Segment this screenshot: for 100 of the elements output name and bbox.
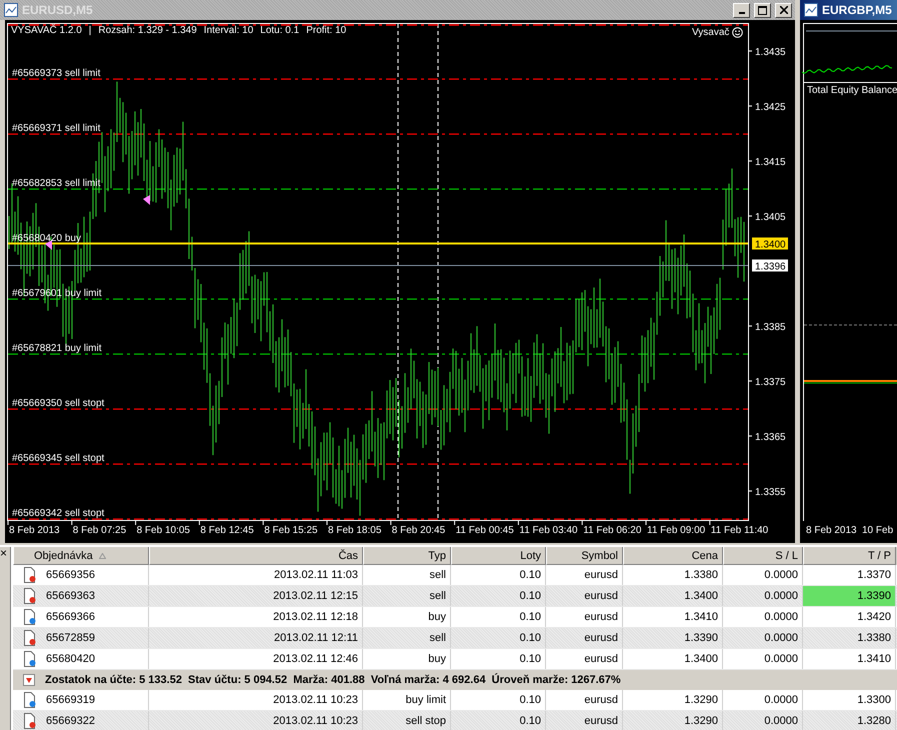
order-line[interactable] — [8, 134, 748, 135]
table-cell: 0.10 — [451, 628, 546, 648]
time-axis-label: 11 Feb 06:20 — [583, 525, 642, 536]
order-icon — [23, 651, 37, 667]
time-axis-label: 8 Feb 2013 — [9, 525, 60, 536]
chart-header-text: Profit: 10 — [306, 25, 346, 36]
order-line[interactable] — [8, 298, 748, 300]
table-cell: 0.10 — [451, 649, 546, 669]
price-tag: 1.3396 — [752, 260, 788, 272]
order-line[interactable] — [8, 408, 748, 410]
axis-tick — [454, 520, 456, 526]
table-cell: buy — [363, 649, 451, 669]
column-header[interactable]: Objednávka — [13, 547, 149, 565]
column-header[interactable]: Typ — [363, 547, 451, 565]
table-cell: 1.3280 — [803, 711, 896, 730]
order-icon — [23, 588, 37, 604]
table-cell: 2013.02.11 12:18 — [149, 607, 363, 627]
table-cell: 2013.02.11 12:15 — [149, 586, 363, 606]
chart-header-text: Lotu: 0.1 — [260, 25, 300, 36]
table-cell: sell — [363, 586, 451, 606]
price-axis-label: 1.3435 — [755, 47, 786, 58]
price-tag: 1.3400 — [752, 238, 788, 250]
time-axis-label: 11 Feb 03:40 — [519, 525, 578, 536]
table-cell: buy limit — [363, 690, 451, 710]
table-cell: 1.3390 — [803, 586, 896, 606]
minimize-button[interactable] — [733, 2, 750, 18]
order-label: #65669345 sell stopt — [12, 453, 104, 464]
order-line[interactable] — [8, 78, 748, 80]
column-header[interactable]: S / L — [723, 547, 803, 565]
indicator-label: Total Equity Balance — [807, 85, 897, 96]
table-cell: 2013.02.11 12:11 — [149, 628, 363, 648]
maximize-icon — [758, 6, 767, 14]
axis-tick — [262, 520, 264, 526]
time-axis-label: 8 Feb 12:45 — [200, 525, 254, 536]
time-axis-label: 8 Feb 20:45 — [392, 525, 446, 536]
column-header[interactable]: Loty — [451, 547, 546, 565]
order-line[interactable] — [8, 354, 748, 355]
column-header[interactable]: Čas — [149, 547, 363, 565]
table-cell: eurusd — [546, 690, 623, 710]
table-cell: 0.10 — [451, 586, 546, 606]
axis-tick — [518, 520, 519, 526]
table-cell: 0.0000 — [723, 649, 803, 669]
table-cell: 0.0000 — [723, 690, 803, 710]
column-header[interactable]: T / P — [803, 547, 896, 565]
trade-arrow-icon — [143, 195, 150, 205]
window-title: EURUSD,M5 — [22, 3, 93, 17]
table-cell: 1.3400 — [623, 586, 723, 606]
table-cell: eurusd — [546, 628, 623, 648]
table-cell: eurusd — [546, 649, 623, 669]
close-button[interactable]: × — [0, 547, 10, 559]
table-cell: sell — [363, 628, 451, 648]
close-icon — [780, 6, 788, 14]
chart-icon — [4, 3, 18, 17]
price-axis-label: 1.3405 — [755, 212, 786, 223]
axis-tick — [71, 520, 72, 526]
price-axis-label: 1.3415 — [755, 157, 786, 168]
axis-tick — [198, 520, 200, 526]
table-cell: 1.3420 — [803, 607, 896, 627]
table-cell: 65669356 — [13, 565, 149, 585]
table-cell: 1.3380 — [803, 628, 896, 648]
chart-icon — [804, 3, 818, 17]
table-cell: 0.10 — [451, 690, 546, 710]
order-line[interactable] — [8, 464, 748, 465]
table-cell: 2013.02.11 12:46 — [149, 649, 363, 669]
chart-header-text: VYSAVAČ 1.2.0 — [11, 25, 82, 36]
axis-tick — [709, 520, 710, 526]
table-cell: sell — [363, 565, 451, 585]
axis-tick — [748, 160, 752, 162]
order-label: #65669373 sell limit — [12, 68, 100, 79]
column-header[interactable]: Symbol — [546, 547, 623, 565]
account-summary: Zostatok na účte: 5 133.52 Stav účtu: 5 094.52 Marža: 401.88 Voľná marža: 4 692.64 Úroveň marže: 1267.67% — [45, 674, 621, 686]
table-cell: 65669366 — [13, 607, 149, 627]
order-icon — [23, 630, 37, 646]
order-icon — [23, 567, 37, 583]
table-cell: 0.0000 — [723, 711, 803, 730]
time-axis-label: 8 Feb 10:05 — [136, 525, 190, 536]
window-title: EURGBP,M5 — [822, 3, 892, 17]
order-label: #65669371 sell limit — [12, 123, 100, 134]
table-cell: 65680420 — [13, 649, 149, 669]
chart-header-text: Interval: 10 — [204, 25, 254, 36]
table-cell: eurusd — [546, 565, 623, 585]
axis-tick — [326, 520, 328, 526]
time-axis-label: 11 Feb 09:00 — [647, 525, 706, 536]
maximize-button[interactable] — [754, 2, 771, 18]
chart-header-text: | — [88, 25, 92, 36]
order-label: #65669342 sell stopt — [12, 508, 104, 519]
axis-tick — [748, 380, 752, 382]
table-cell: 2013.02.11 10:23 — [149, 711, 363, 730]
order-line[interactable] — [8, 188, 748, 190]
time-axis-label: 8 Feb 2013 — [806, 525, 857, 536]
price-axis-label: 1.3365 — [755, 432, 786, 443]
table-cell: eurusd — [546, 711, 623, 730]
order-icon — [23, 609, 37, 625]
column-header[interactable]: Cena — [623, 547, 723, 565]
table-cell: buy — [363, 607, 451, 627]
smiley-icon — [732, 27, 744, 38]
close-button[interactable] — [775, 2, 792, 18]
time-axis-label: 8 Feb 18:05 — [328, 525, 382, 536]
table-cell: 2013.02.11 10:23 — [149, 690, 363, 710]
order-line[interactable] — [8, 518, 748, 520]
